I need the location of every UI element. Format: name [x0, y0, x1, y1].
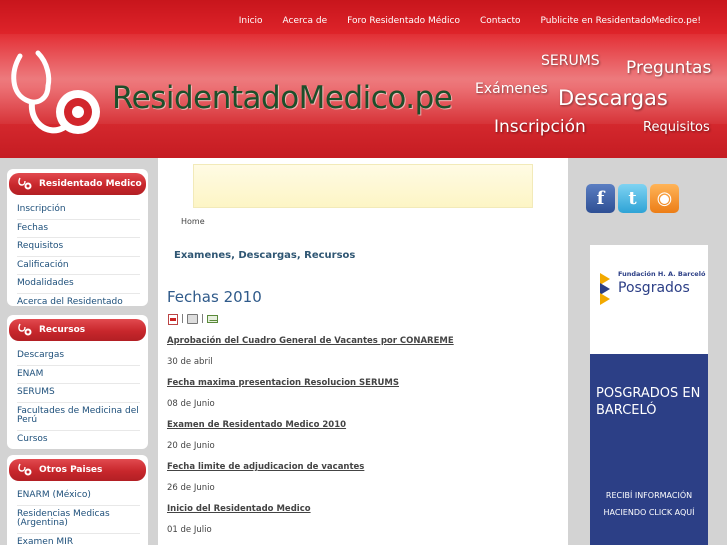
event-date: 30 de abril [167, 357, 213, 367]
barcelo-logo-icon [600, 273, 610, 305]
rss-icon[interactable]: ◉ [650, 184, 679, 213]
page-title: Fechas 2010 [167, 288, 262, 306]
event-title: Inicio del Residentado Medico [167, 504, 311, 514]
icon-separator: | [181, 314, 185, 324]
list-item: Fecha maxima presentacion Resolucion SER… [167, 378, 557, 420]
sidebar-item-inscripcion[interactable]: Inscripción [17, 201, 140, 220]
stethoscope-icon [18, 463, 32, 476]
event-date: 26 de Junio [167, 483, 215, 493]
right-sidebar: f t ◉ Fundación H. A. Barceló Posgrados … [568, 158, 727, 545]
sidebar-item-calificacion[interactable]: Calificación [17, 257, 140, 275]
events-list: Aprobación del Cuadro General de Vacante… [167, 336, 557, 545]
event-date: 20 de Junio [167, 441, 215, 451]
sidebar-box-header: Residentado Medico [9, 173, 146, 195]
stethoscope-icon [18, 323, 32, 336]
sidebar-item-mir[interactable]: Examen MIR [17, 534, 140, 545]
sidebar-box-title: Otros Paises [39, 465, 103, 475]
header-word-requisitos: Requisitos [643, 120, 710, 135]
banner-header: Fundación H. A. Barceló Posgrados [590, 245, 708, 354]
sidebar-item-facultades[interactable]: Facultades de Medicina del Perú [17, 403, 140, 431]
sidebar-box-header: Otros Paises [9, 459, 146, 481]
nav-acerca-de[interactable]: Acerca de [273, 10, 338, 32]
sidebar-box-header: Recursos [9, 319, 146, 341]
sidebar-item-acerca[interactable]: Acerca del Residentado [17, 294, 140, 306]
stethoscope-icon [18, 177, 32, 190]
event-title: Fecha limite de adjudicacion de vacantes [167, 462, 365, 472]
nav-contacto[interactable]: Contacto [470, 10, 531, 32]
list-item: Aprobación del Cuadro General de Vacante… [167, 336, 557, 378]
twitter-icon[interactable]: t [618, 184, 647, 213]
event-title: Aprobación del Cuadro General de Vacante… [167, 336, 454, 346]
article-actions: | | [168, 313, 219, 325]
header-word-serums: SERUMS [541, 53, 600, 69]
sidebar-box-residentado: Residentado Medico Inscripción Fechas Re… [7, 169, 148, 306]
ad-banner[interactable] [193, 164, 533, 208]
nav-inicio[interactable]: Inicio [229, 10, 273, 32]
sidebar-item-descargas[interactable]: Descargas [17, 347, 140, 366]
header-word-preguntas: Preguntas [626, 58, 712, 78]
sidebar-item-residencias[interactable]: Residencias Medicas (Argentina) [17, 506, 140, 534]
event-date: 01 de Julio [167, 525, 212, 535]
section-title: Examenes, Descargas, Recursos [174, 250, 356, 261]
pdf-icon[interactable] [168, 313, 178, 325]
nav-publicite[interactable]: Publicite en ResidentadoMedico.pe! [531, 10, 712, 32]
sidebar-item-modalidades[interactable]: Modalidades [17, 275, 140, 294]
sidebar-box-title: Residentado Medico [39, 179, 142, 189]
posgrados-ad-banner[interactable]: Fundación H. A. Barceló Posgrados POSGRA… [590, 245, 708, 545]
top-navigation: Inicio Acerca de Foro Residentado Médico… [229, 10, 711, 32]
email-icon[interactable] [207, 315, 219, 323]
sidebar-box-recursos: Recursos Descargas ENAM SERUMS Facultade… [7, 315, 148, 449]
sidebar-item-enam[interactable]: ENAM [17, 366, 140, 384]
list-item: Fecha limite de adjudicacion de vacantes… [167, 462, 557, 504]
event-title: Fecha maxima presentacion Resolucion SER… [167, 378, 400, 388]
event-date: 08 de Junio [167, 399, 215, 409]
sidebar-item-fechas[interactable]: Fechas [17, 220, 140, 238]
social-links: f t ◉ [586, 184, 679, 213]
sidebar-item-enarm[interactable]: ENARM (México) [17, 487, 140, 506]
header-word-inscripcion: Inscripción [494, 117, 586, 137]
site-title[interactable]: ResidentadoMedico.pe [112, 80, 453, 116]
breadcrumb[interactable]: Home [181, 217, 205, 226]
site-header: Inicio Acerca de Foro Residentado Médico… [0, 0, 727, 158]
sidebar-box-otros-paises: Otros Paises ENARM (México) Residencias … [7, 455, 148, 545]
nav-foro[interactable]: Foro Residentado Médico [337, 10, 470, 32]
print-icon[interactable] [187, 314, 199, 324]
list-item: Inicio del Residentado Medico 01 de Juli… [167, 504, 557, 545]
event-title: Examen de Residentado Medico 2010 [167, 420, 347, 430]
banner-brand: Posgrados [618, 280, 690, 296]
stethoscope-logo-icon[interactable] [8, 48, 108, 143]
sidebar-box-title: Recursos [39, 325, 86, 335]
header-word-descargas: Descargas [558, 86, 668, 110]
sidebar-item-requisitos[interactable]: Requisitos [17, 238, 140, 257]
banner-cta[interactable]: RECIBÍ INFORMACIÓN HACIENDO CLICK AQUÍ [594, 487, 704, 521]
list-item: Examen de Residentado Medico 2010 20 de … [167, 420, 557, 462]
sidebar-item-serums[interactable]: SERUMS [17, 384, 140, 403]
left-sidebar: Residentado Medico Inscripción Fechas Re… [0, 158, 158, 545]
facebook-icon[interactable]: f [586, 184, 615, 213]
icon-separator: | [201, 314, 205, 324]
main-content: Home Examenes, Descargas, Recursos Fecha… [158, 158, 568, 545]
banner-org: Fundación H. A. Barceló [618, 270, 706, 278]
header-word-examenes: Exámenes [475, 81, 548, 97]
banner-headline: POSGRADOS EN BARCELÓ [596, 386, 701, 418]
sidebar-item-cursos[interactable]: Cursos [17, 431, 140, 449]
